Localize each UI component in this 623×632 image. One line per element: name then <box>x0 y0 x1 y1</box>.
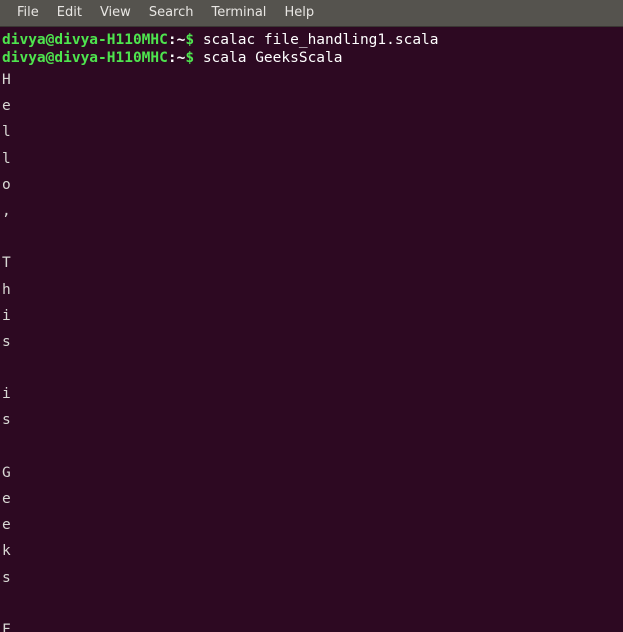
prompt-user-host: divya@divya-H110MHC <box>2 50 168 66</box>
prompt-user-host: divya@divya-H110MHC <box>2 32 168 48</box>
output-line: s <box>2 333 11 350</box>
output-line: , <box>2 202 11 219</box>
output-line: e <box>2 98 11 115</box>
output-line: s <box>2 569 11 586</box>
output-line: e <box>2 491 11 507</box>
terminal-command-line: divya@divya-H110MHC:~$ scalac file_handl… <box>2 31 623 49</box>
command-text: scalac file_handling1.scala <box>194 32 439 48</box>
output-line: H <box>2 72 11 88</box>
menu-item-terminal[interactable]: Terminal <box>202 3 275 24</box>
menu-item-file[interactable]: File <box>8 3 48 24</box>
command-text: scala GeeksScala <box>194 50 343 66</box>
prompt-path: :~ <box>167 50 186 66</box>
terminal-window: File Edit View Search Terminal Help divy… <box>0 0 623 632</box>
output-line: l <box>2 150 11 167</box>
terminal-command-line: divya@divya-H110MHC:~$ scala GeeksScala <box>2 49 623 67</box>
output-line: G <box>2 464 11 481</box>
output-line: s <box>2 412 11 429</box>
prompt-symbol: $ <box>185 32 195 48</box>
output-line: i <box>2 307 11 324</box>
menu-item-search[interactable]: Search <box>140 3 203 24</box>
output-line: k <box>2 543 11 560</box>
menubar: File Edit View Search Terminal Help <box>0 0 623 27</box>
prompt-symbol: $ <box>185 50 195 66</box>
prompt-path: :~ <box>167 32 186 48</box>
command-text-value: scalac file_handling1.scala <box>202 32 439 48</box>
menu-item-view[interactable]: View <box>91 3 140 24</box>
program-output: Hello, This is Geeks For Geeks <box>2 67 623 632</box>
output-line: T <box>2 255 11 272</box>
terminal-screen[interactable]: divya@divya-H110MHC:~$ scalac file_handl… <box>0 27 623 632</box>
output-line: F <box>2 621 11 632</box>
menu-item-help[interactable]: Help <box>275 3 323 24</box>
output-line: e <box>2 517 11 534</box>
output-line: l <box>2 124 11 141</box>
command-text-value: scala GeeksScala <box>202 50 343 66</box>
output-line: i <box>2 386 11 403</box>
output-line: o <box>2 176 11 193</box>
output-line: h <box>2 281 11 298</box>
menu-item-edit[interactable]: Edit <box>48 3 91 24</box>
